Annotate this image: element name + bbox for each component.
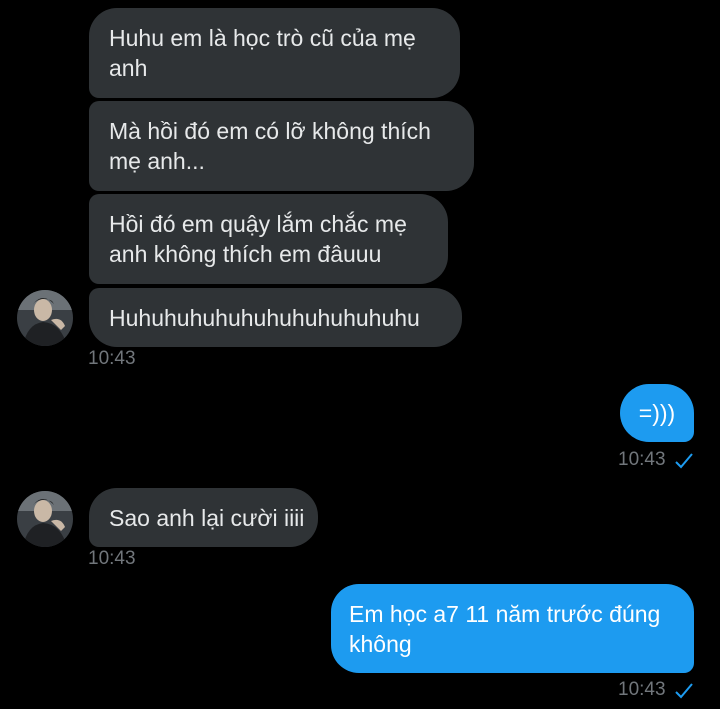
incoming-message-bubble[interactable]: Mà hồi đó em có lỡ không thích mẹ anh... bbox=[89, 101, 474, 191]
message-text: Sao anh lại cười iiii bbox=[109, 504, 305, 531]
sender-avatar[interactable] bbox=[17, 290, 73, 346]
profile-photo-icon bbox=[17, 491, 73, 547]
message-timestamp: 10:43 bbox=[88, 548, 136, 569]
read-check-icon bbox=[675, 453, 693, 469]
message-text: Hồi đó em quậy lắm chắc mẹ anh không thí… bbox=[109, 211, 407, 267]
message-text: Huhu em là học trò cũ của mẹ anh bbox=[109, 25, 416, 81]
sender-avatar[interactable] bbox=[17, 491, 73, 547]
outgoing-message-bubble[interactable]: =))) bbox=[620, 384, 694, 442]
message-text: =))) bbox=[638, 400, 676, 426]
message-timestamp: 10:43 bbox=[88, 348, 136, 369]
outgoing-message-bubble[interactable]: Em học a7 11 năm trước đúng không bbox=[331, 584, 694, 673]
message-text: Huhuhuhuhuhuhuhuhuhuhuhu bbox=[109, 304, 420, 331]
incoming-message-bubble[interactable]: Sao anh lại cười iiii bbox=[89, 488, 318, 547]
message-text: Em học a7 11 năm trước đúng không bbox=[349, 600, 661, 657]
message-timestamp: 10:43 bbox=[618, 449, 666, 470]
message-text: Mà hồi đó em có lỡ không thích mẹ anh... bbox=[109, 118, 431, 174]
message-timestamp: 10:43 bbox=[618, 679, 666, 700]
read-check-icon bbox=[675, 683, 693, 699]
profile-photo-icon bbox=[17, 290, 73, 346]
incoming-message-bubble[interactable]: Huhu em là học trò cũ của mẹ anh bbox=[89, 8, 460, 98]
incoming-message-bubble[interactable]: Huhuhuhuhuhuhuhuhuhuhuhu bbox=[89, 288, 462, 347]
incoming-message-bubble[interactable]: Hồi đó em quậy lắm chắc mẹ anh không thí… bbox=[89, 194, 448, 284]
